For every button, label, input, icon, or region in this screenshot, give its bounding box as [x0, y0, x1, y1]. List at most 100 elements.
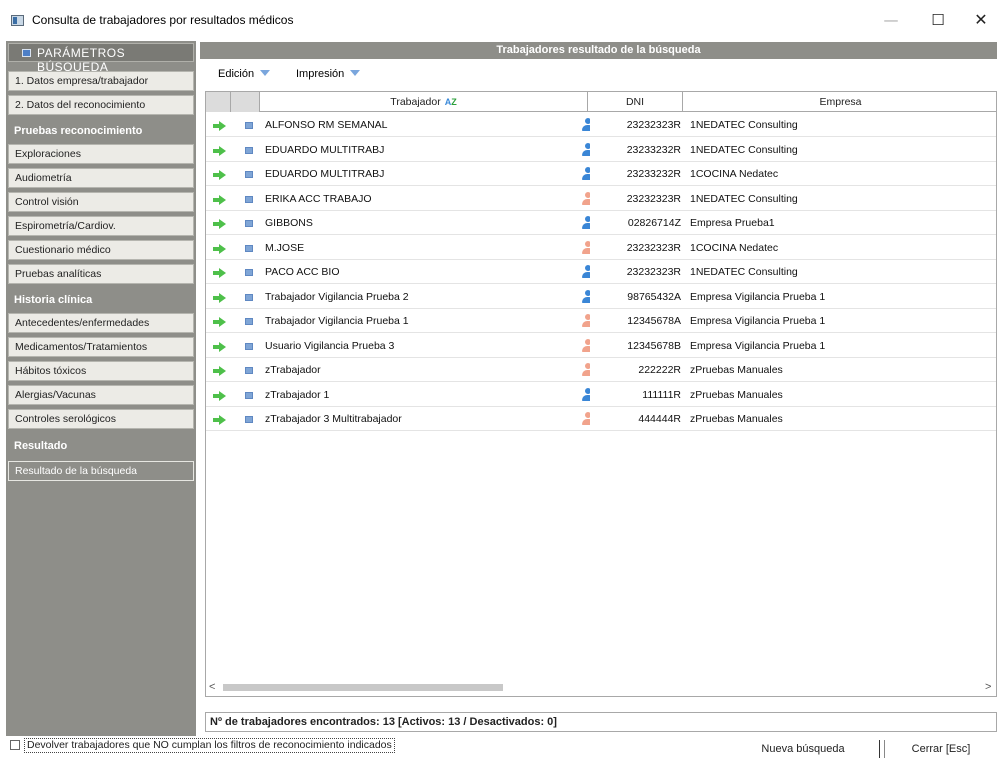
row-doc[interactable]	[231, 334, 261, 358]
document-icon	[245, 342, 253, 350]
row-doc[interactable]	[231, 236, 261, 260]
devolver-no-cumplan-checkbox[interactable]	[10, 740, 20, 750]
row-indicator[interactable]	[206, 236, 228, 260]
nav-espirometria-cardiov[interactable]: Espirometría/Cardiov.	[8, 216, 194, 236]
table-row[interactable]: Trabajador Vigilancia Prueba 2 98765432A E…	[206, 284, 996, 309]
row-indicator[interactable]	[206, 113, 228, 137]
nav-habitos-toxicos[interactable]: Hábitos tóxicos	[8, 361, 194, 381]
minimize-button[interactable]: —	[876, 9, 906, 31]
row-doc[interactable]	[231, 358, 261, 382]
row-doc[interactable]	[231, 407, 261, 431]
row-doc[interactable]	[231, 162, 261, 186]
header-icon-col	[231, 92, 260, 112]
gender-cell	[566, 285, 590, 309]
devolver-no-cumplan-label[interactable]: Devolver trabajadores que NO cumplan los…	[24, 738, 395, 753]
row-indicator[interactable]	[206, 187, 228, 211]
table-row[interactable]: M.JOSE 23232323R 1COCINA Nedatec	[206, 235, 996, 260]
table-row[interactable]: GIBBONS 02826714Z Empresa Prueba1	[206, 211, 996, 235]
row-doc[interactable]	[231, 309, 261, 333]
sort-icon-bottom: Z	[451, 97, 457, 107]
nav-alergias-vacunas[interactable]: Alergias/Vacunas	[8, 385, 194, 405]
header-dni[interactable]: DNI	[588, 92, 683, 112]
row-indicator[interactable]	[206, 407, 228, 431]
row-indicator[interactable]	[206, 138, 228, 162]
document-icon	[245, 367, 253, 374]
close-window-button[interactable]: ✕	[966, 9, 996, 31]
row-indicator[interactable]	[206, 162, 228, 186]
row-doc[interactable]	[231, 187, 261, 211]
nav-datos-empresa-trabajador[interactable]: 1. Datos empresa/trabajador	[8, 71, 194, 91]
nav-audiometria[interactable]: Audiometría	[8, 168, 194, 188]
dni-cell: 23232323R	[626, 192, 681, 205]
person-icon	[582, 191, 590, 206]
table-row[interactable]: zTrabajador 222222R zPruebas Manuales	[206, 358, 996, 382]
row-indicator[interactable]	[206, 285, 228, 309]
grid-header-row: Trabajador AZ DNI Empresa	[206, 92, 996, 112]
empresa-cell: zPruebas Manuales	[690, 364, 783, 376]
menu-edicion[interactable]: Edición	[218, 68, 271, 80]
nav-datos-reconocimiento[interactable]: 2. Datos del reconocimiento	[8, 95, 194, 115]
row-doc[interactable]	[231, 383, 261, 407]
table-row[interactable]: ERIKA ACC TRABAJO 23232323R 1NEDATEC Consu…	[206, 186, 996, 211]
row-indicator[interactable]	[206, 211, 228, 235]
menu-impresion[interactable]: Impresión	[296, 68, 361, 80]
scroll-right-arrow[interactable]: >	[985, 681, 991, 693]
row-indicator[interactable]	[206, 358, 228, 382]
dni-cell: 111111R	[642, 388, 681, 401]
scroll-thumb[interactable]	[223, 684, 503, 691]
cerrar-button[interactable]: Cerrar [Esc]	[884, 740, 997, 758]
row-indicator[interactable]	[206, 309, 228, 333]
table-row[interactable]: Trabajador Vigilancia Prueba 1 12345678A E…	[206, 309, 996, 333]
trabajador-cell: ERIKA ACC TRABAJO	[265, 192, 372, 205]
maximize-button[interactable]: ☐	[923, 9, 953, 31]
table-row[interactable]: zTrabajador 1 111111R zPruebas Manuales	[206, 382, 996, 407]
nav-resultado-busqueda[interactable]: Resultado de la búsqueda	[8, 461, 194, 481]
row-doc[interactable]	[231, 260, 261, 284]
green-arrow-icon	[213, 219, 227, 229]
gender-cell	[566, 260, 590, 284]
nueva-busqueda-button[interactable]: Nueva búsqueda	[731, 740, 875, 758]
trabajador-cell: EDUARDO MULTITRABJ	[265, 168, 385, 180]
nav-control-vision[interactable]: Control visión	[8, 192, 194, 212]
empresa-cell: zPruebas Manuales	[690, 388, 783, 401]
green-arrow-icon	[213, 268, 227, 278]
person-icon	[582, 240, 590, 255]
row-doc[interactable]	[231, 113, 261, 137]
section-resultado: Resultado	[14, 440, 68, 452]
horizontal-scrollbar[interactable]: < >	[206, 678, 996, 696]
trabajador-cell: M.JOSE	[265, 241, 305, 254]
table-row[interactable]: ALFONSO RM SEMANAL 23232323R 1NEDATEC Cons…	[206, 113, 996, 137]
header-trabajador[interactable]: Trabajador AZ	[260, 92, 588, 112]
table-row[interactable]: zTrabajador 3 Multitrabajador 444444R zPru…	[206, 407, 996, 431]
table-row[interactable]: EDUARDO MULTITRABJ 23233232R 1COCINA Nedat…	[206, 162, 996, 186]
table-row[interactable]: Usuario Vigilancia Prueba 3 12345678B Empr…	[206, 333, 996, 358]
header-indicator-col	[206, 92, 231, 112]
results-grid: Trabajador AZ DNI Empresa ALFONSO RM SEMA…	[205, 91, 997, 697]
results-count-status: Nº de trabajadores encontrados: 13 [Acti…	[205, 712, 997, 732]
results-panel: Trabajadores resultado de la búsqueda Ed…	[200, 41, 997, 736]
table-row[interactable]: EDUARDO MULTITRABJ 23233232R 1NEDATEC Cons…	[206, 137, 996, 162]
empresa-cell: zPruebas Manuales	[690, 413, 783, 425]
gender-cell	[566, 407, 590, 431]
row-indicator[interactable]	[206, 334, 228, 358]
scroll-left-arrow[interactable]: <	[209, 681, 215, 693]
row-doc[interactable]	[231, 138, 261, 162]
row-indicator[interactable]	[206, 260, 228, 284]
document-icon	[245, 416, 253, 423]
dropdown-arrow-icon	[260, 70, 271, 76]
nav-cuestionario-medico[interactable]: Cuestionario médico	[8, 240, 194, 260]
trabajador-cell: zTrabajador 1	[265, 388, 330, 401]
menu-edicion-label: Edición	[218, 68, 255, 80]
nav-antecedentes-enfermedades[interactable]: Antecedentes/enfermedades	[8, 313, 194, 333]
document-icon	[245, 391, 253, 399]
header-empresa[interactable]: Empresa	[683, 92, 996, 112]
nav-controles-serologicos[interactable]: Controles serológicos	[8, 409, 194, 429]
nav-pruebas-analiticas[interactable]: Pruebas analíticas	[8, 264, 194, 284]
nav-medicamentos-tratamientos[interactable]: Medicamentos/Tratamientos	[8, 337, 194, 357]
green-arrow-icon	[213, 341, 227, 352]
table-row[interactable]: PACO ACC BIO 23232323R 1NEDATEC Consulting	[206, 260, 996, 284]
row-doc[interactable]	[231, 211, 261, 235]
row-doc[interactable]	[231, 285, 261, 309]
nav-exploraciones[interactable]: Exploraciones	[8, 144, 194, 164]
row-indicator[interactable]	[206, 383, 228, 407]
